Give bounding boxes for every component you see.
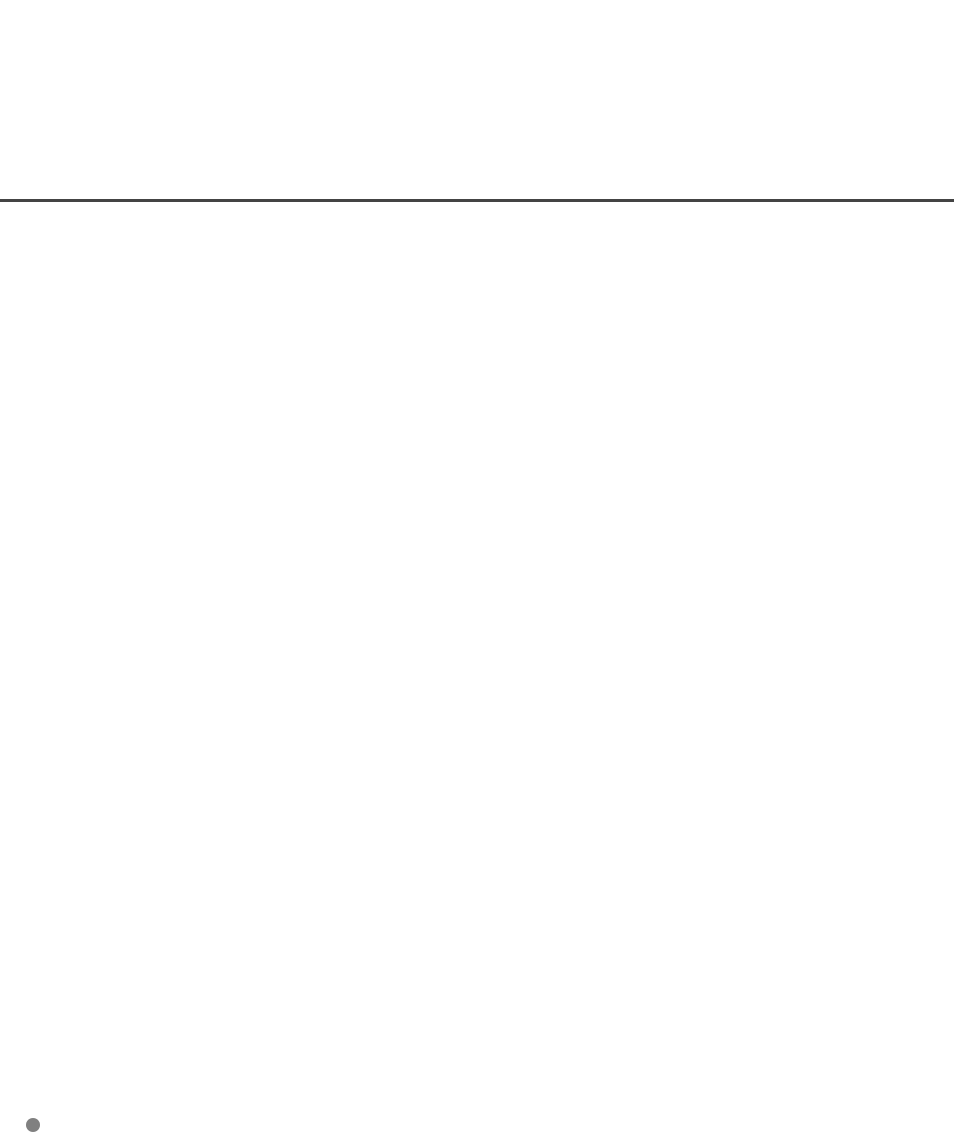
bullet-dot-icon (26, 1118, 40, 1132)
horizontal-divider (0, 199, 954, 202)
